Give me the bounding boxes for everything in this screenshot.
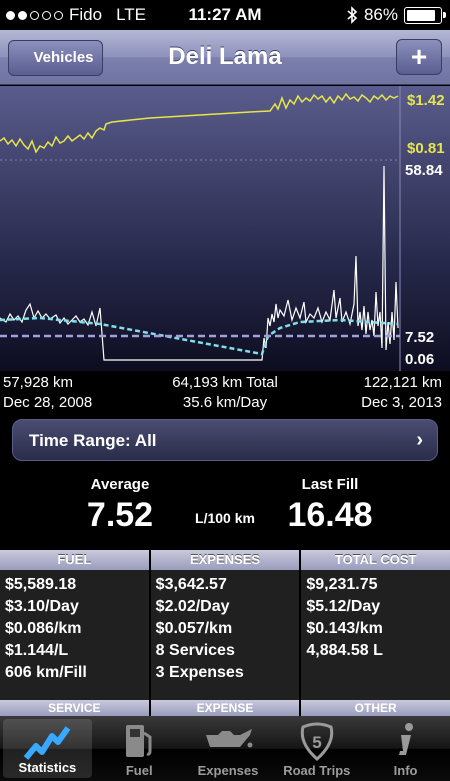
average-label: Average	[90, 476, 150, 493]
fuel-total: $5,589.18	[5, 576, 77, 593]
fuel-per-km: $0.086/km	[5, 620, 82, 637]
fuel-km-per-fill: 606 km/Fill	[5, 664, 87, 681]
tab-statistics-label: Statistics	[18, 760, 77, 775]
fuel-pump-icon	[126, 725, 152, 757]
consumption-avg-label: 7.52	[405, 329, 435, 346]
expenses-count: 3 Expenses	[155, 664, 244, 681]
chart-summary: 57,928 km 64,193 km Total 122,121 km Dec…	[0, 371, 450, 415]
stats-secondary-headers: SERVICE EXPENSE OTHER	[0, 700, 450, 716]
battery-icon	[404, 6, 446, 24]
status-right: 86%	[346, 5, 446, 25]
total-cost-header: TOTAL COST	[301, 550, 450, 570]
end-odometer: 122,121 km	[363, 374, 442, 391]
consumption-low-label: 0.06	[405, 351, 435, 368]
other-header: OTHER	[301, 700, 450, 716]
statistics-icon	[24, 726, 71, 760]
total-cost: $9,231.75	[306, 576, 378, 593]
tab-info-label: Info	[393, 763, 418, 778]
status-bar: Fido LTE 11:27 AM 86%	[0, 0, 450, 30]
fuel-column: FUEL $5,589.18 $3.10/Day $0.086/km $1.14…	[0, 550, 149, 700]
tab-expenses-label: Expenses	[197, 763, 259, 778]
total-litres: 4,884.58 L	[306, 642, 383, 659]
tab-road-trips-label: Road Trips	[283, 763, 351, 778]
add-button[interactable]: +	[396, 39, 442, 75]
highway-shield-icon: 5	[300, 722, 333, 761]
average-value: 7.52	[86, 496, 154, 534]
tab-info[interactable]: Info	[361, 716, 450, 781]
total-cost-per-km: $0.143/km	[306, 620, 383, 637]
expense-header: EXPENSE	[150, 700, 300, 716]
chevron-right-icon: ›	[416, 429, 423, 451]
oil-can-icon	[205, 729, 253, 748]
chart-canvas	[0, 86, 401, 371]
end-date: Dec 3, 2013	[361, 394, 442, 411]
fuel-per-litre: $1.144/L	[5, 642, 69, 659]
last-fill-value: 16.48	[287, 496, 373, 534]
bluetooth-icon	[347, 6, 358, 24]
battery-percent: 86%	[363, 5, 398, 24]
fuel-per-day: $3.10/Day	[5, 598, 79, 615]
consumption-high-label: 58.84	[405, 162, 443, 179]
tab-expenses[interactable]: Expenses	[184, 716, 273, 781]
expenses-per-km: $0.057/km	[155, 620, 233, 637]
expenses-per-day: $2.02/Day	[155, 598, 230, 615]
price-low-label: $0.81	[407, 140, 445, 157]
navigation-bar: Vehicles Deli Lama +	[0, 30, 450, 85]
time-range-button[interactable]: Time Range: All ›	[12, 419, 438, 461]
tab-fuel-label: Fuel	[125, 763, 153, 778]
total-cost-column: TOTAL COST $9,231.75 $5.12/Day $0.143/km…	[301, 550, 450, 700]
fuel-chart[interactable]: $1.42 $0.81 58.84 7.52 0.06	[0, 86, 450, 371]
time-range-label: Time Range: All	[29, 431, 157, 450]
stats-grid: FUEL $5,589.18 $3.10/Day $0.086/km $1.14…	[0, 550, 450, 700]
expenses-total: $3,642.57	[155, 576, 227, 593]
tab-bar: Statistics Fuel Expenses 5 Road Trips In…	[0, 716, 450, 781]
tab-statistics[interactable]: Statistics	[3, 719, 92, 778]
service-header: SERVICE	[0, 700, 149, 716]
tab-fuel[interactable]: Fuel	[95, 716, 184, 781]
price-high-label: $1.42	[407, 92, 445, 109]
consumption-series-line	[0, 165, 399, 361]
total-cost-per-day: $5.12/Day	[306, 598, 381, 615]
vehicle-title: Deli Lama	[168, 43, 282, 70]
expenses-column: EXPENSES $3,642.57 $2.02/Day $0.057/km 8…	[150, 550, 300, 700]
tab-road-trips[interactable]: 5 Road Trips	[272, 716, 361, 781]
services-count: 8 Services	[155, 642, 235, 659]
price-series-line	[0, 92, 399, 154]
svg-text:5: 5	[312, 733, 321, 752]
info-icon	[398, 723, 413, 755]
last-fill-label: Last Fill	[301, 476, 359, 493]
fuel-header: FUEL	[0, 550, 149, 570]
expenses-header: EXPENSES	[150, 550, 300, 570]
